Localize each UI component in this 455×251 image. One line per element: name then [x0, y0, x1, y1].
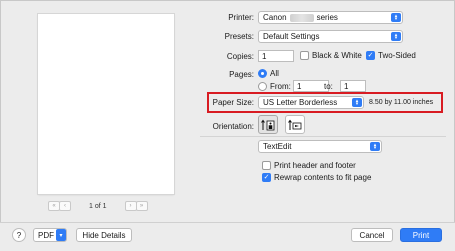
black-white-checkbox[interactable] [300, 51, 309, 60]
paper-size-value: US Letter Borderless [263, 98, 338, 107]
help-button[interactable]: ? [12, 228, 26, 242]
printer-popup[interactable]: Canon series ▴ ▾ [258, 11, 403, 24]
app-options-value: TextEdit [263, 142, 292, 151]
copies-label: Copies: [226, 52, 254, 61]
orientation-label: Orientation: [212, 122, 254, 131]
app-options-popup[interactable]: TextEdit ▴ ▾ [258, 140, 382, 153]
popup-arrows-icon: ▴ ▾ [391, 13, 401, 22]
hide-details-button[interactable]: Hide Details [76, 228, 132, 242]
pages-range-radio[interactable] [258, 82, 267, 91]
two-sided-checkbox[interactable]: ✓ [366, 51, 375, 60]
print-header-footer-checkbox[interactable] [262, 161, 271, 170]
portrait-orientation-button[interactable] [258, 115, 278, 134]
page-indicator: 1 of 1 [89, 202, 107, 210]
paper-dimensions: 8.50 by 11.00 inches [369, 99, 434, 106]
presets-label: Presets: [224, 32, 254, 41]
separator [200, 136, 446, 137]
printer-name-suffix: series [316, 13, 338, 22]
print-button[interactable]: Print [400, 228, 442, 242]
popup-arrows-icon: ▴ ▾ [391, 32, 401, 41]
print-header-footer-label: Print header and footer [274, 161, 356, 170]
pages-label: Pages: [229, 70, 254, 79]
copies-field[interactable]: 1 [258, 50, 294, 62]
page-preview [38, 14, 174, 194]
printer-label: Printer: [228, 13, 254, 22]
prev-page-button[interactable]: ‹ [59, 201, 71, 211]
pages-from-label: From: [270, 82, 291, 91]
portrait-icon [261, 119, 275, 130]
landscape-orientation-button[interactable] [285, 115, 305, 134]
redacted-model [289, 13, 314, 22]
chevron-down-icon[interactable]: ▾ [56, 229, 66, 241]
landscape-icon [288, 119, 302, 130]
pages-all-radio[interactable] [258, 69, 267, 78]
paper-size-popup[interactable]: US Letter Borderless ▴ ▾ [258, 96, 364, 109]
pages-all-label: All [270, 69, 279, 78]
popup-arrows-icon: ▴ ▾ [370, 142, 380, 151]
preview-pager: « ‹ 1 of 1 › » [48, 200, 148, 212]
pages-to-label: to: [324, 82, 333, 91]
presets-popup[interactable]: Default Settings ▴ ▾ [258, 30, 403, 43]
pages-to-field[interactable]: 1 [340, 80, 366, 92]
pdf-label: PDF [38, 230, 54, 240]
two-sided-label: Two-Sided [378, 51, 416, 60]
black-white-label: Black & White [312, 51, 362, 60]
last-page-button[interactable]: » [135, 201, 148, 211]
popup-arrows-icon: ▴ ▾ [352, 98, 362, 107]
presets-value: Default Settings [263, 32, 320, 41]
rewrap-contents-checkbox[interactable]: ✓ [262, 173, 271, 182]
printer-name-prefix: Canon [263, 13, 287, 22]
paper-size-label: Paper Size: [212, 98, 254, 107]
next-page-button[interactable]: › [124, 201, 137, 211]
rewrap-contents-label: Rewrap contents to fit page [274, 173, 372, 182]
cancel-button[interactable]: Cancel [351, 228, 393, 242]
